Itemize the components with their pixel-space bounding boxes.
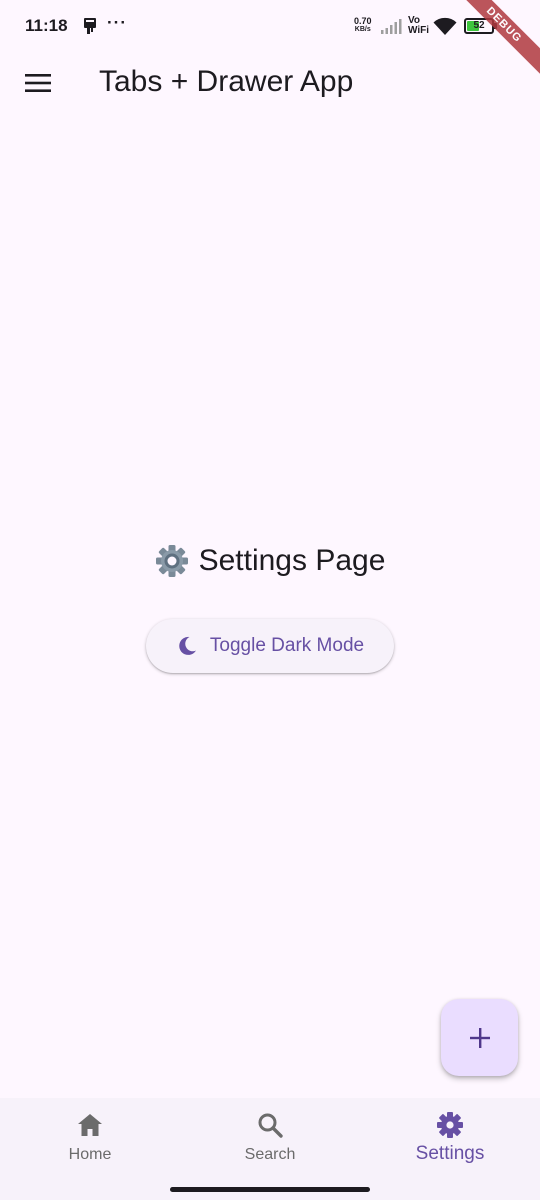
toggle-dark-mode-label: Toggle Dark Mode (209, 635, 365, 656)
page-heading-text: Settings Page (198, 544, 386, 577)
menu-icon (25, 74, 51, 92)
network-speed-unit: KB/s (354, 26, 371, 33)
vowifi-indicator: Vo WiFi (408, 16, 429, 36)
app-title: Tabs + Drawer App (99, 65, 354, 98)
network-speed-value: 0.70 (354, 16, 372, 26)
settings-icon (437, 1112, 463, 1138)
search-icon (258, 1113, 283, 1138)
nav-label-settings: Settings (415, 1143, 485, 1164)
page-heading: Settings Page (0, 544, 540, 578)
settings-page: Settings Page Toggle Dark Mode (0, 114, 540, 1098)
notification-icon (84, 18, 96, 34)
plus-icon (469, 1027, 490, 1048)
status-more-icon: ··· (107, 13, 127, 32)
signal-icon (381, 19, 402, 34)
network-speed: 0.70 KB/s (354, 17, 372, 34)
screen: 11:18 ··· 0.70 KB/s Vo WiFi 52 DEBUG Tab… (0, 0, 540, 1200)
bottom-navigation: Home Search Settings (0, 1098, 540, 1200)
toggle-dark-mode-button[interactable]: Toggle Dark Mode (146, 619, 394, 673)
nav-item-settings[interactable]: Settings (360, 1098, 540, 1178)
gear-icon (155, 545, 188, 577)
status-bar: 11:18 ··· 0.70 KB/s Vo WiFi 52 (0, 0, 540, 52)
gesture-bar[interactable] (170, 1187, 370, 1192)
add-fab-button[interactable] (441, 999, 518, 1076)
wifi-icon (433, 17, 457, 35)
moon-icon (179, 636, 196, 655)
nav-label-home: Home (68, 1146, 112, 1163)
nav-item-search[interactable]: Search (180, 1098, 360, 1178)
nav-label-search: Search (244, 1146, 296, 1163)
menu-button[interactable] (14, 59, 62, 107)
status-time: 11:18 (25, 16, 68, 35)
vowifi-label: WiFi (408, 25, 430, 36)
home-icon (78, 1114, 102, 1136)
nav-item-home[interactable]: Home (0, 1098, 180, 1178)
app-bar: Tabs + Drawer App (0, 52, 540, 114)
